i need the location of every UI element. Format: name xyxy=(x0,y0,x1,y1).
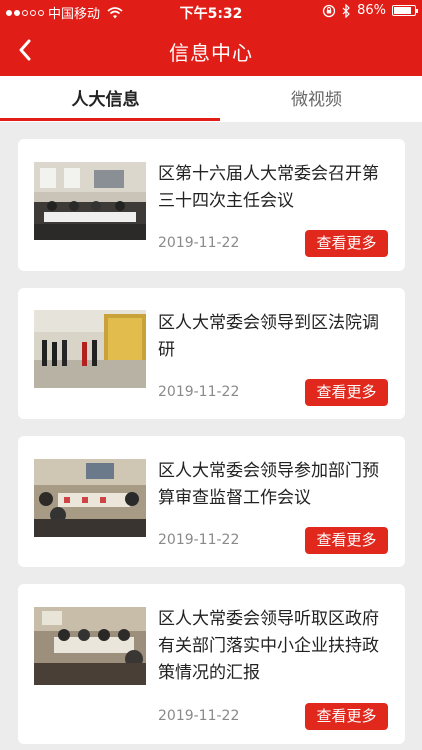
tab-micro-video[interactable]: 微视频 xyxy=(211,76,422,122)
news-title: 区人大常委会领导到区法院调研 xyxy=(158,313,379,360)
news-card[interactable]: 区第十六届人大常委会召开第三十四次主任会议 2019-11-22 查看更多 xyxy=(18,139,405,271)
view-more-button[interactable]: 查看更多 xyxy=(305,379,388,406)
active-tab-indicator xyxy=(0,118,220,121)
news-thumbnail xyxy=(34,162,146,240)
news-thumbnail xyxy=(34,459,146,537)
news-date: 2019-11-22 xyxy=(158,384,240,400)
news-card[interactable]: 区人大常委会领导参加部门预算审查监督工作会议 2019-11-22 查看更多 xyxy=(18,436,405,567)
view-more-button[interactable]: 查看更多 xyxy=(305,703,388,730)
page-title: 信息中心 xyxy=(169,41,253,65)
app-header: 中国移动 下午5:32 86% 信息中心 xyxy=(0,0,422,76)
orientation-lock-icon xyxy=(322,4,336,17)
view-more-button[interactable]: 查看更多 xyxy=(305,230,388,257)
nav-bar: 信息中心 xyxy=(0,24,422,76)
news-card[interactable]: 区人大常委会领导听取区政府有关部门落实中小企业扶持政策情况的汇报 2019-11… xyxy=(18,584,405,744)
tab-bar: 人大信息 微视频 xyxy=(0,76,422,122)
news-list: 区第十六届人大常委会召开第三十四次主任会议 2019-11-22 查看更多 区人… xyxy=(18,139,405,750)
news-thumbnail xyxy=(34,310,146,388)
news-title: 区人大常委会领导参加部门预算审查监督工作会议 xyxy=(158,461,379,508)
bluetooth-icon xyxy=(342,3,350,18)
news-thumbnail xyxy=(34,607,146,685)
battery-icon xyxy=(392,5,418,16)
news-date: 2019-11-22 xyxy=(158,708,240,724)
news-card[interactable]: 区人大常委会领导到区法院调研 2019-11-22 查看更多 xyxy=(18,288,405,419)
battery-percent: 86% xyxy=(357,3,386,18)
view-more-button[interactable]: 查看更多 xyxy=(305,527,388,554)
news-title: 区第十六届人大常委会召开第三十四次主任会议 xyxy=(158,164,379,211)
tab-renda-info[interactable]: 人大信息 xyxy=(0,76,211,122)
news-date: 2019-11-22 xyxy=(158,532,240,548)
news-date: 2019-11-22 xyxy=(158,235,240,251)
news-title: 区人大常委会领导听取区政府有关部门落实中小企业扶持政策情况的汇报 xyxy=(158,609,379,683)
status-bar: 中国移动 下午5:32 86% xyxy=(0,0,422,24)
